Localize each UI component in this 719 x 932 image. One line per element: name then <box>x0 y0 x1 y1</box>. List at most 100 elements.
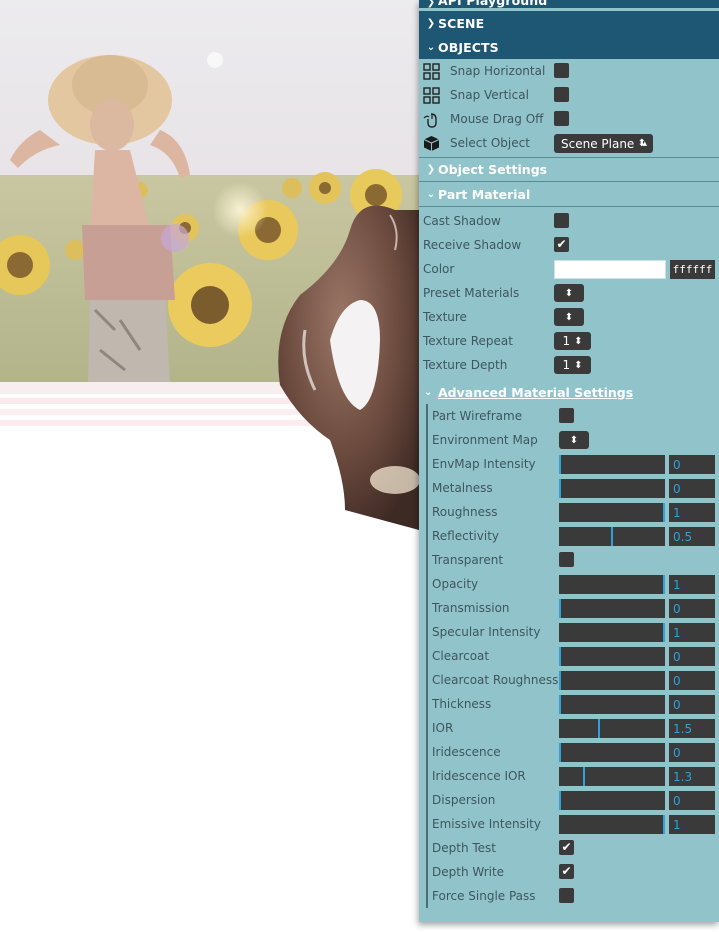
roughness-value-input[interactable]: 1 <box>669 503 715 522</box>
roughness-label: Roughness <box>432 505 498 519</box>
iridescence-ior-slider[interactable] <box>559 767 665 786</box>
environment-map-dropdown[interactable]: ⬍ <box>559 431 589 449</box>
depth-test-checkbox[interactable]: ✔ <box>559 840 574 855</box>
select-arrows-icon: ⬍ <box>637 137 646 149</box>
emissive-intensity-label: Emissive Intensity <box>432 817 541 831</box>
reflectivity-value-input[interactable]: 0.5 <box>669 527 715 546</box>
depth-write-checkbox[interactable]: ✔ <box>559 864 574 879</box>
transmission-value-input[interactable]: 0 <box>669 599 715 618</box>
gui-panel: ❯ API Playground ❯ SCENE ⌄ OBJECTS Snap … <box>419 0 719 922</box>
texture-label: Texture <box>423 310 467 324</box>
mouse-drag-off-checkbox[interactable] <box>554 111 569 126</box>
texture-depth-dropdown[interactable]: 1 ⬍ <box>554 356 591 374</box>
roughness-slider[interactable] <box>559 503 665 522</box>
select-object-label: Select Object <box>450 136 530 150</box>
transparent-row: Transparent <box>428 548 719 572</box>
metalness-slider[interactable] <box>559 479 665 498</box>
texture-repeat-row: Texture Repeat 1 ⬍ <box>419 329 719 353</box>
slider-group-a: EnvMap Intensity 0 Metalness 0 Roughness 1 Ref… <box>428 452 719 548</box>
metalness-value-input[interactable]: 0 <box>669 479 715 498</box>
select-object-dropdown[interactable]: Scene Plane ▴ ⬍ <box>554 134 653 153</box>
thickness-slider[interactable] <box>559 695 665 714</box>
texture-dropdown[interactable]: ⬍ <box>554 308 584 326</box>
folder-object-settings[interactable]: ❯ Object Settings <box>419 157 719 182</box>
opacity-slider[interactable] <box>559 575 665 594</box>
metalness-slider-fill <box>559 479 561 498</box>
emissive-intensity-slider-fill <box>559 815 665 834</box>
advanced-material-settings-group: ⌄ Advanced Material Settings Part Wirefr… <box>419 380 719 908</box>
specular-intensity-slider[interactable] <box>559 623 665 642</box>
folder-part-material[interactable]: ⌄ Part Material <box>419 182 719 207</box>
select-object-value: Scene Plane <box>561 136 635 151</box>
snap-vertical-label: Snap Vertical <box>450 88 529 102</box>
chevron-down-icon: ⌄ <box>426 188 436 200</box>
ior-value-input[interactable]: 1.5 <box>669 719 715 738</box>
iridescence-slider-fill <box>559 743 561 762</box>
reflectivity-slider[interactable] <box>559 527 665 546</box>
dispersion-value-input[interactable]: 0 <box>669 791 715 810</box>
iridescence-ior-slider-fill <box>559 767 586 786</box>
emissive-intensity-value-input[interactable]: 1 <box>669 815 715 834</box>
chevron-down-icon: ⌄ <box>424 386 433 398</box>
mouse-drag-off-row: Mouse Drag Off <box>419 107 719 131</box>
clearcoat-slider[interactable] <box>559 647 665 666</box>
folder-scene[interactable]: ❯ SCENE <box>419 11 719 35</box>
texture-depth-label: Texture Depth <box>423 358 508 372</box>
preset-materials-label: Preset Materials <box>423 286 520 300</box>
3d-viewport[interactable] <box>0 0 419 932</box>
receive-shadow-checkbox[interactable]: ✔ <box>554 237 569 252</box>
specular-intensity-value-input[interactable]: 1 <box>669 623 715 642</box>
opacity-value-input[interactable]: 1 <box>669 575 715 594</box>
folder-object-settings-label: Object Settings <box>438 162 548 177</box>
envmap-intensity-label: EnvMap Intensity <box>432 457 536 471</box>
texture-repeat-dropdown[interactable]: 1 ⬍ <box>554 332 591 350</box>
iridescence-ior-value-input[interactable]: 1.3 <box>669 767 715 786</box>
part-wireframe-row: Part Wireframe <box>428 404 719 428</box>
slider-group-b: Opacity 1 Transmission 0 Specular Intensity 1… <box>428 572 719 836</box>
color-row: Color ffffff <box>419 257 719 281</box>
preset-materials-dropdown[interactable]: ⬍ <box>554 284 584 302</box>
dispersion-slider[interactable] <box>559 791 665 810</box>
depth-test-row: Depth Test ✔ <box>428 836 719 860</box>
envmap-intensity-row: EnvMap Intensity 0 <box>428 452 719 476</box>
transmission-row: Transmission 0 <box>428 596 719 620</box>
depth-test-label: Depth Test <box>432 841 496 855</box>
part-wireframe-checkbox[interactable] <box>559 408 574 423</box>
clearcoat-slider-fill <box>559 647 561 666</box>
metalness-label: Metalness <box>432 481 493 495</box>
clearcoat-roughness-row: Clearcoat Roughness 0 <box>428 668 719 692</box>
cube-icon <box>423 136 440 151</box>
transparent-checkbox[interactable] <box>559 552 574 567</box>
color-swatch[interactable] <box>554 260 666 279</box>
folder-advanced-material-settings[interactable]: ⌄ Advanced Material Settings <box>419 380 719 404</box>
clearcoat-roughness-value-input[interactable]: 0 <box>669 671 715 690</box>
thickness-value-input[interactable]: 0 <box>669 695 715 714</box>
envmap-intensity-value-input[interactable]: 0 <box>669 455 715 474</box>
snap-horizontal-checkbox[interactable] <box>554 63 569 78</box>
transmission-slider[interactable] <box>559 599 665 618</box>
iridescence-value-input[interactable]: 0 <box>669 743 715 762</box>
receive-shadow-label: Receive Shadow <box>423 238 522 252</box>
clearcoat-roughness-slider[interactable] <box>559 671 665 690</box>
iridescence-row: Iridescence 0 <box>428 740 719 764</box>
color-hex-input[interactable]: ffffff <box>670 260 715 279</box>
roughness-slider-fill <box>559 503 665 522</box>
thickness-row: Thickness 0 <box>428 692 719 716</box>
folder-objects[interactable]: ⌄ OBJECTS <box>419 35 719 59</box>
depth-write-row: Depth Write ✔ <box>428 860 719 884</box>
reflectivity-row: Reflectivity 0.5 <box>428 524 719 548</box>
envmap-intensity-slider[interactable] <box>559 455 665 474</box>
folder-api-playground[interactable]: ❯ API Playground <box>419 0 719 8</box>
ior-slider[interactable] <box>559 719 665 738</box>
clearcoat-value-input[interactable]: 0 <box>669 647 715 666</box>
ior-label: IOR <box>432 721 454 735</box>
emissive-intensity-slider[interactable] <box>559 815 665 834</box>
cast-shadow-checkbox[interactable] <box>554 213 569 228</box>
mouse-drag-off-label: Mouse Drag Off <box>450 112 544 126</box>
iridescence-slider[interactable] <box>559 743 665 762</box>
force-single-pass-label: Force Single Pass <box>432 889 536 903</box>
force-single-pass-checkbox[interactable] <box>559 888 574 903</box>
snap-vertical-checkbox[interactable] <box>554 87 569 102</box>
iridescence-ior-row: Iridescence IOR 1.3 <box>428 764 719 788</box>
part-wireframe-label: Part Wireframe <box>432 409 523 423</box>
